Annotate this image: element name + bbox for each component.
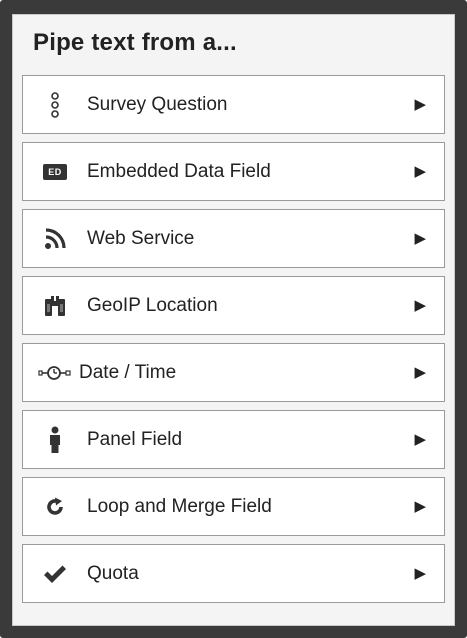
chevron-right-icon: ▶ — [414, 163, 426, 180]
menu-item-label: Loop and Merge Field — [87, 495, 272, 517]
chevron-right-icon: ▶ — [414, 297, 426, 314]
question-dots-icon — [23, 76, 87, 133]
person-icon — [23, 411, 87, 468]
menu-item-quota[interactable]: Quota ▶ — [22, 544, 445, 603]
menu-item-loop-and-merge-field[interactable]: Loop and Merge Field ▶ — [22, 477, 445, 536]
menu-item-label: Date / Time — [79, 361, 177, 383]
panel-header: Pipe text from a... — [13, 15, 454, 71]
binoculars-icon — [23, 277, 87, 334]
menu-item-label: Web Service — [87, 227, 195, 249]
chevron-right-icon: ▶ — [414, 498, 426, 515]
chevron-right-icon: ▶ — [414, 565, 426, 582]
menu-item-date-time[interactable]: Date / Time ▶ — [22, 343, 445, 402]
menu-item-label: GeoIP Location — [87, 294, 218, 316]
chevron-right-icon: ▶ — [414, 96, 426, 113]
rss-feed-icon — [23, 210, 87, 267]
menu-item-label: Panel Field — [87, 428, 183, 450]
pipe-text-panel: Pipe text from a... Survey Question ▶ ED… — [12, 14, 455, 626]
loop-icon — [23, 478, 87, 535]
popup-frame: Pipe text from a... Survey Question ▶ ED… — [0, 0, 467, 638]
embedded-data-icon: ED — [23, 143, 87, 200]
checkmark-icon — [23, 545, 87, 602]
menu-item-label: Survey Question — [87, 93, 228, 115]
clock-icon — [23, 344, 87, 401]
menu-item-survey-question[interactable]: Survey Question ▶ — [22, 75, 445, 134]
menu-item-embedded-data-field[interactable]: ED Embedded Data Field ▶ — [22, 142, 445, 201]
chevron-right-icon: ▶ — [414, 230, 426, 247]
chevron-right-icon: ▶ — [414, 364, 426, 381]
menu-item-panel-field[interactable]: Panel Field ▶ — [22, 410, 445, 469]
embedded-data-badge: ED — [43, 163, 67, 180]
chevron-right-icon: ▶ — [414, 431, 426, 448]
menu-item-web-service[interactable]: Web Service ▶ — [22, 209, 445, 268]
menu-item-geoip-location[interactable]: GeoIP Location ▶ — [22, 276, 445, 335]
menu-item-label: Quota — [87, 562, 139, 584]
menu-item-label: Embedded Data Field — [87, 160, 271, 182]
panel-title: Pipe text from a... — [33, 29, 237, 56]
pipe-source-menu: Survey Question ▶ ED Embedded Data Field… — [22, 75, 445, 611]
